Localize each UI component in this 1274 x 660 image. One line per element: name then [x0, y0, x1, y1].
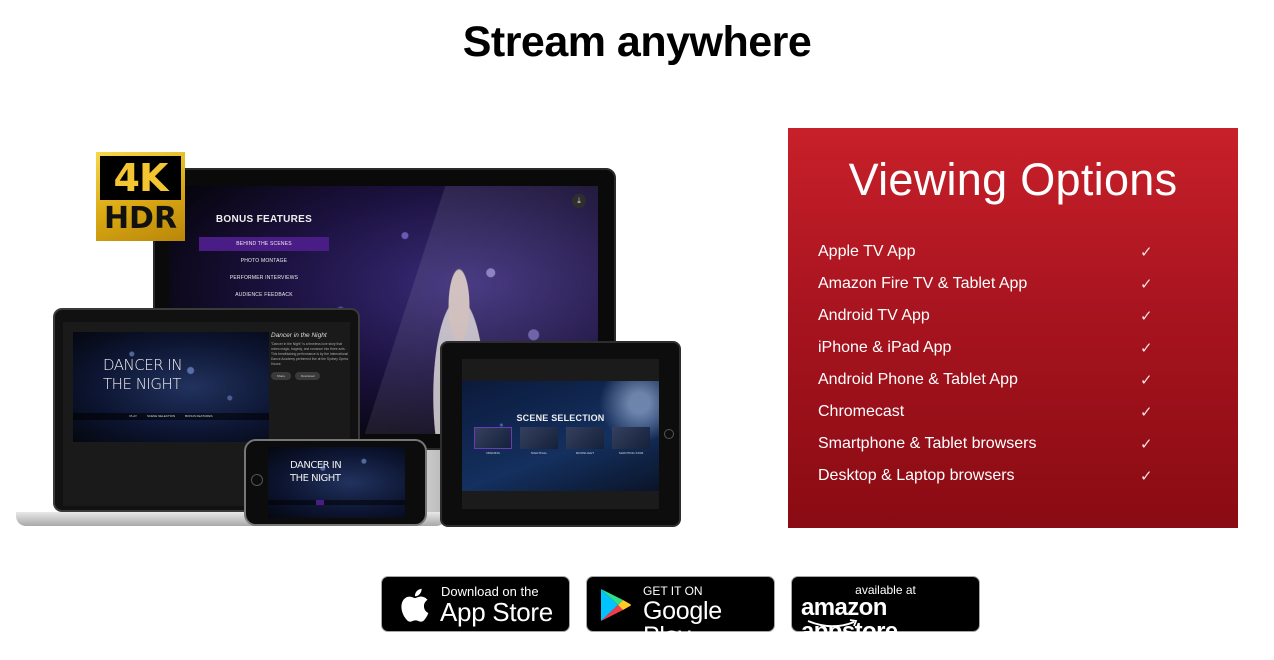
scene-selection-title: SCENE SELECTION: [516, 413, 605, 423]
check-icon: ✓: [1140, 371, 1153, 389]
app-store-badge[interactable]: Download on the App Store: [381, 576, 570, 632]
option-label: Smartphone & Tablet browsers: [818, 435, 1037, 452]
page-title: Stream anywhere: [462, 18, 812, 66]
phone-screen: DANCER IN THE NIGHT: [268, 447, 405, 518]
menu-item: BONUS FEATURES: [185, 414, 213, 418]
app-store-big-text: App Store: [440, 597, 553, 627]
option-label: Android TV App: [818, 307, 930, 324]
badge-hdr-text: HDR: [103, 200, 178, 236]
bonus-menu-item: PERFORMER INTERVIEWS: [229, 275, 299, 281]
check-icon: ✓: [1140, 467, 1153, 485]
badge-4k-text: 4K: [100, 156, 181, 200]
bonus-features-menu: ← BONUS FEATURES BEHIND THE SCENES PHOTO…: [173, 204, 329, 305]
viewing-options-title: Viewing Options: [848, 154, 1178, 205]
scene-label: OPENING: [486, 451, 500, 455]
scene-thumbnail: [474, 427, 512, 449]
show-title-line: THE NIGHT: [290, 473, 341, 484]
laptop-hero-banner: DANCER IN THE NIGHT PLAY SCENE SELECTION…: [73, 332, 269, 442]
phone-mockup: DANCER IN THE NIGHT: [244, 439, 427, 526]
amazon-appstore-badge[interactable]: available at amazon appstore: [791, 576, 980, 644]
4k-hdr-badge: 4K HDR: [96, 152, 185, 241]
scene-label: MOONLIGHT: [575, 451, 595, 455]
viewing-option-item: Chromecast ✓: [818, 400, 1158, 432]
tablet-home-button: [664, 429, 674, 439]
show-title-line: DANCER IN: [103, 356, 183, 374]
viewing-option-item: Apple TV App ✓: [818, 240, 1158, 272]
option-label: Android Phone & Tablet App: [818, 371, 1018, 388]
google-play-badge[interactable]: GET IT ON Google Play: [586, 576, 775, 649]
show-title-line: THE NIGHT: [103, 375, 181, 393]
phone-menu-bar: [268, 500, 405, 505]
google-play-big-text: Google Play: [643, 597, 722, 650]
google-play-logo-icon: [601, 589, 631, 621]
bonus-features-title: BONUS FEATURES: [215, 214, 313, 225]
laptop-menu-bar: PLAY SCENE SELECTION BONUS FEATURES: [73, 413, 269, 420]
store-badges: Download on the App Store GET IT ON Goog…: [0, 576, 1274, 649]
check-icon: ✓: [1140, 339, 1153, 357]
scene-thumbnail: [566, 427, 604, 449]
scene-thumbnail: [520, 427, 558, 449]
option-label: Amazon Fire TV & Tablet App: [818, 275, 1028, 292]
devices-hero-image: ← BONUS FEATURES BEHIND THE SCENES PHOTO…: [0, 140, 700, 540]
menu-item: SCENE SELECTION: [146, 414, 176, 418]
bonus-menu-item: AUDIENCE FEEDBACK: [235, 292, 293, 298]
viewing-options-list: Apple TV App ✓ Amazon Fire TV & Tablet Ap…: [818, 240, 1158, 496]
option-label: Chromecast: [818, 403, 905, 420]
scene-label: NIGHTFALL: [530, 451, 548, 455]
share-pill: Share: [271, 372, 292, 380]
laptop-info-panel: Dancer in the Night "Dancer in the Night…: [271, 332, 350, 380]
scene-thumbnail: [612, 427, 650, 449]
check-icon: ✓: [1140, 243, 1153, 261]
viewing-option-item: Amazon Fire TV & Tablet App ✓: [818, 272, 1158, 304]
show-title-line: DANCER IN: [290, 460, 342, 471]
active-menu-item: [316, 500, 324, 505]
check-icon: ✓: [1140, 403, 1153, 421]
download-pill: Download: [295, 372, 321, 380]
show-title: DANCER IN THE NIGHT: [290, 459, 342, 485]
option-label: iPhone & iPad App: [818, 339, 952, 356]
viewing-option-item: Smartphone & Tablet browsers ✓: [818, 432, 1158, 464]
option-label: Desktop & Laptop browsers: [818, 467, 1015, 484]
check-icon: ✓: [1140, 307, 1153, 325]
info-title: Dancer in the Night: [271, 332, 327, 339]
show-title: DANCER IN THE NIGHT: [103, 356, 183, 394]
info-description: "Dancer in the Night" is a timeless love…: [271, 342, 348, 366]
bonus-menu-item: BEHIND THE SCENES: [199, 237, 329, 251]
check-icon: ✓: [1140, 435, 1153, 453]
scene-thumbnails: [474, 427, 650, 449]
viewing-option-item: Desktop & Laptop browsers ✓: [818, 464, 1158, 496]
viewing-option-item: iPhone & iPad App ✓: [818, 336, 1158, 368]
scene-labels: OPENING NIGHTFALL MOONLIGHT SHOOTING STA…: [474, 451, 650, 455]
google-play-small-text: GET IT ON: [643, 584, 703, 598]
tablet-mockup: SCENE SELECTION OPENING NIGHTFALL MOONLI…: [440, 341, 681, 527]
info-buttons: Share Download: [271, 372, 350, 380]
viewing-option-item: Android Phone & Tablet App ✓: [818, 368, 1158, 400]
viewing-option-item: Android TV App ✓: [818, 304, 1158, 336]
apple-logo-icon: [401, 588, 429, 622]
amazon-smile-icon: [807, 619, 858, 628]
phone-home-button: [251, 474, 263, 486]
scene-label: SHOOTING STAR: [618, 451, 644, 455]
option-label: Apple TV App: [818, 243, 916, 260]
check-icon: ✓: [1140, 275, 1153, 293]
menu-item: PLAY: [129, 414, 137, 418]
viewing-options-panel: Viewing Options Apple TV App ✓ Amazon Fir…: [788, 128, 1238, 528]
bonus-menu-item: PHOTO MONTAGE: [240, 258, 288, 264]
tablet-screen: SCENE SELECTION OPENING NIGHTFALL MOONLI…: [462, 359, 659, 509]
